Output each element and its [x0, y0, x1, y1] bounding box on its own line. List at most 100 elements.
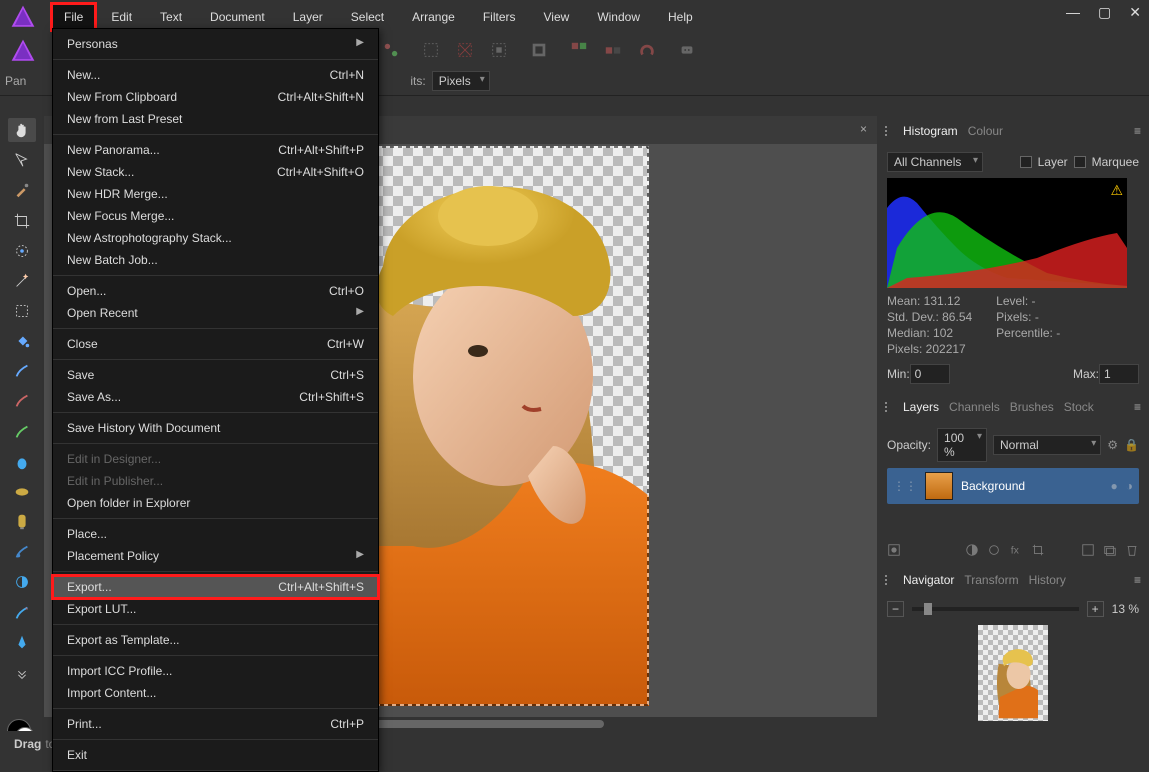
layer-lock-state-icon[interactable]: ●	[1111, 479, 1118, 493]
hist-max-input[interactable]: 1	[1099, 364, 1139, 384]
paint-brush-tool-icon[interactable]	[8, 359, 36, 383]
blendmode-select[interactable]: Normal	[993, 435, 1101, 455]
units-select[interactable]: Pixels	[432, 71, 490, 91]
menuitem-new-batch-job[interactable]: New Batch Job...	[53, 249, 378, 271]
delete-layer-icon[interactable]	[1125, 543, 1139, 557]
tab-stock[interactable]: Stock	[1064, 400, 1094, 414]
close-document-icon[interactable]: ×	[860, 122, 867, 136]
panel-drag-icon[interactable]	[885, 575, 887, 585]
select-cancel-icon[interactable]	[454, 39, 476, 61]
menuitem-new-focus-merge[interactable]: New Focus Merge...	[53, 205, 378, 227]
menuitem-new[interactable]: New...Ctrl+N	[53, 64, 378, 86]
force-pixel-icon[interactable]	[602, 39, 624, 61]
adjustment-layer-icon[interactable]	[965, 543, 979, 557]
menuitem-new-panorama[interactable]: New Panorama...Ctrl+Alt+Shift+P	[53, 139, 378, 161]
inpainting-brush-tool-icon[interactable]	[8, 510, 36, 534]
dodge-brush-tool-icon[interactable]	[8, 570, 36, 594]
close-window-button[interactable]: ✕	[1129, 4, 1141, 21]
menuitem-export-lut[interactable]: Export LUT...	[53, 598, 378, 620]
select-rect-icon[interactable]	[420, 39, 442, 61]
menuitem-open[interactable]: Open...Ctrl+O	[53, 280, 378, 302]
move-tool-icon[interactable]	[8, 148, 36, 172]
zoom-slider[interactable]	[912, 607, 1079, 611]
erase-brush-tool-icon[interactable]	[8, 389, 36, 413]
menuitem-save[interactable]: SaveCtrl+S	[53, 364, 378, 386]
menuitem-place[interactable]: Place...	[53, 523, 378, 545]
tab-channels[interactable]: Channels	[949, 400, 1000, 414]
snapping-icon[interactable]	[568, 39, 590, 61]
navigator-preview[interactable]	[978, 625, 1048, 721]
tab-layers[interactable]: Layers	[903, 400, 939, 414]
zoom-out-button[interactable]: −	[887, 601, 904, 617]
live-filter-icon[interactable]	[987, 543, 1001, 557]
selection-brush-tool-icon[interactable]	[8, 239, 36, 263]
panel-menu-icon[interactable]: ≡	[1134, 400, 1141, 414]
menuitem-close[interactable]: CloseCtrl+W	[53, 333, 378, 355]
tab-history[interactable]: History	[1029, 573, 1066, 587]
menuitem-export-as-template[interactable]: Export as Template...	[53, 629, 378, 651]
hist-min-input[interactable]: 0	[910, 364, 950, 384]
panel-menu-icon[interactable]: ≡	[1134, 573, 1141, 587]
hand-tool-icon[interactable]	[8, 118, 36, 142]
menuitem-open-recent[interactable]: Open Recent▶	[53, 302, 378, 324]
layer-visibility-icon[interactable]: ◑	[1126, 479, 1133, 493]
crop-layer-icon[interactable]	[1031, 543, 1045, 557]
tab-histogram[interactable]: Histogram	[903, 124, 958, 138]
menuitem-export[interactable]: Export...Ctrl+Alt+Shift+S	[53, 576, 378, 598]
crop-tool-icon[interactable]	[8, 208, 36, 232]
panel-menu-icon[interactable]: ≡	[1134, 124, 1141, 138]
menu-arrange[interactable]: Arrange	[398, 2, 469, 32]
tab-brushes[interactable]: Brushes	[1010, 400, 1054, 414]
menuitem-new-hdr-merge[interactable]: New HDR Merge...	[53, 183, 378, 205]
menuitem-new-stack[interactable]: New Stack...Ctrl+Alt+Shift+O	[53, 161, 378, 183]
paint-mixer-brush-tool-icon[interactable]	[8, 540, 36, 564]
add-pixel-layer-icon[interactable]	[1081, 543, 1095, 557]
menuitem-new-from-clipboard[interactable]: New From ClipboardCtrl+Alt+Shift+N	[53, 86, 378, 108]
layer-lock-icon[interactable]: 🔒	[1124, 438, 1139, 452]
assistant-icon[interactable]	[676, 39, 698, 61]
tab-colour[interactable]: Colour	[968, 124, 1003, 138]
minimize-button[interactable]: —	[1066, 4, 1080, 21]
sponge-brush-tool-icon[interactable]	[8, 480, 36, 504]
menuitem-new-astrophotography-stack[interactable]: New Astrophotography Stack...	[53, 227, 378, 249]
group-layer-icon[interactable]	[1103, 543, 1117, 557]
magnet-icon[interactable]	[636, 39, 658, 61]
menuitem-import-content[interactable]: Import Content...	[53, 682, 378, 704]
layer-row[interactable]: ⋮⋮ Background ● ◑	[887, 468, 1139, 504]
menuitem-open-folder-in-explorer[interactable]: Open folder in Explorer	[53, 492, 378, 514]
marquee-checkbox[interactable]	[1074, 156, 1086, 168]
marquee-tool-icon[interactable]	[8, 299, 36, 323]
color-wells[interactable]	[7, 701, 37, 731]
menuitem-import-icc-profile[interactable]: Import ICC Profile...	[53, 660, 378, 682]
menuitem-save-as[interactable]: Save As...Ctrl+Shift+S	[53, 386, 378, 408]
select-invert-icon[interactable]	[488, 39, 510, 61]
maximize-button[interactable]: ▢	[1098, 4, 1111, 21]
persona-logo-icon[interactable]	[10, 38, 36, 67]
more-tools-icon[interactable]	[8, 661, 36, 685]
fx-layer-icon[interactable]: fx	[1009, 543, 1023, 557]
mask-layer-icon[interactable]	[887, 543, 901, 557]
layer-cog-icon[interactable]: ⚙	[1107, 438, 1118, 452]
magic-wand-tool-icon[interactable]	[8, 269, 36, 293]
flood-fill-tool-icon[interactable]	[8, 329, 36, 353]
layer-expand-icon[interactable]: ⋮⋮	[893, 479, 917, 493]
menuitem-print[interactable]: Print...Ctrl+P	[53, 713, 378, 735]
blur-brush-tool-icon[interactable]	[8, 450, 36, 474]
menuitem-new-from-last-preset[interactable]: New from Last Preset	[53, 108, 378, 130]
color-picker-tool-icon[interactable]	[8, 178, 36, 202]
menuitem-save-history-with-document[interactable]: Save History With Document	[53, 417, 378, 439]
quickmask-icon[interactable]	[528, 39, 550, 61]
menu-view[interactable]: View	[530, 2, 584, 32]
histogram-channel-select[interactable]: All Channels	[887, 152, 983, 172]
menuitem-personas[interactable]: Personas▶	[53, 33, 378, 55]
opacity-select[interactable]: 100 %	[937, 428, 987, 462]
menuitem-placement-policy[interactable]: Placement Policy▶	[53, 545, 378, 567]
menu-filters[interactable]: Filters	[469, 2, 530, 32]
panel-drag-icon[interactable]	[885, 402, 887, 412]
menuitem-exit[interactable]: Exit	[53, 744, 378, 766]
panel-drag-icon[interactable]	[885, 126, 887, 136]
zoom-in-button[interactable]: +	[1087, 601, 1104, 617]
tab-navigator[interactable]: Navigator	[903, 573, 954, 587]
menu-help[interactable]: Help	[654, 2, 707, 32]
brush-panel-icon[interactable]	[380, 39, 402, 61]
